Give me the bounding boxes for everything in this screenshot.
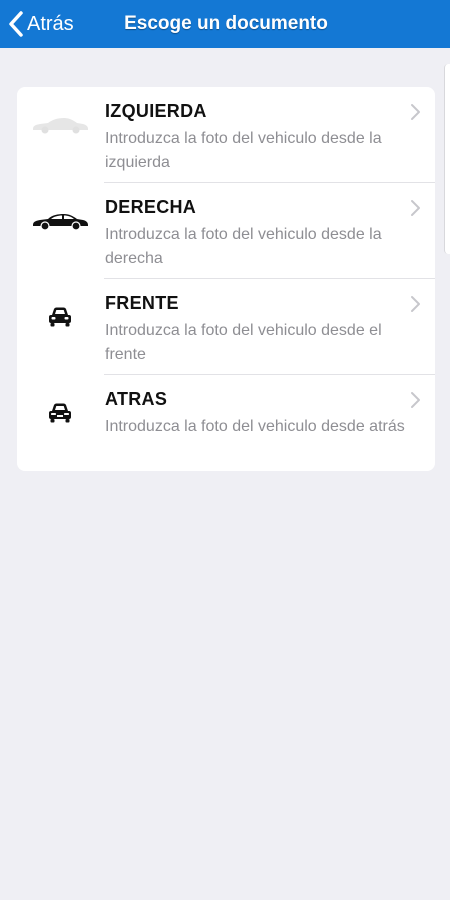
side-panel-handle[interactable] xyxy=(444,64,450,254)
page-title: Escoge un documento xyxy=(124,13,328,34)
row-subtitle: Introduzca la foto del vehiculo desde at… xyxy=(105,418,405,435)
navigation-bar: Atrás Escoge un documento xyxy=(0,0,450,48)
row-title: DERECHA xyxy=(105,197,197,217)
list-item-derecha[interactable]: DERECHA Introduzca la foto del vehiculo … xyxy=(17,183,435,279)
car-side-icon xyxy=(29,201,91,241)
row-title: FRENTE xyxy=(105,293,179,313)
chevron-right-icon xyxy=(411,392,420,408)
row-subtitle: Introduzca la foto del vehiculo desde el… xyxy=(105,322,382,363)
row-subtitle: Introduzca la foto del vehiculo desde la… xyxy=(105,130,382,171)
row-subtitle: Introduzca la foto del vehiculo desde la… xyxy=(105,226,382,267)
row-title: IZQUIERDA xyxy=(105,101,207,121)
list-item-frente[interactable]: FRENTE Introduzca la foto del vehiculo d… xyxy=(17,279,435,375)
car-side-faded-icon xyxy=(29,105,91,145)
car-front-icon xyxy=(29,297,91,337)
chevron-right-icon xyxy=(411,200,420,216)
chevron-right-icon xyxy=(411,296,420,312)
list-item-atras[interactable]: ATRAS Introduzca la foto del vehiculo de… xyxy=(17,375,435,471)
document-list: IZQUIERDA Introduzca la foto del vehicul… xyxy=(17,87,435,471)
chevron-right-icon xyxy=(411,104,420,120)
list-item-izquierda[interactable]: IZQUIERDA Introduzca la foto del vehicul… xyxy=(17,87,435,183)
car-rear-icon xyxy=(29,393,91,433)
row-title: ATRAS xyxy=(105,389,168,409)
